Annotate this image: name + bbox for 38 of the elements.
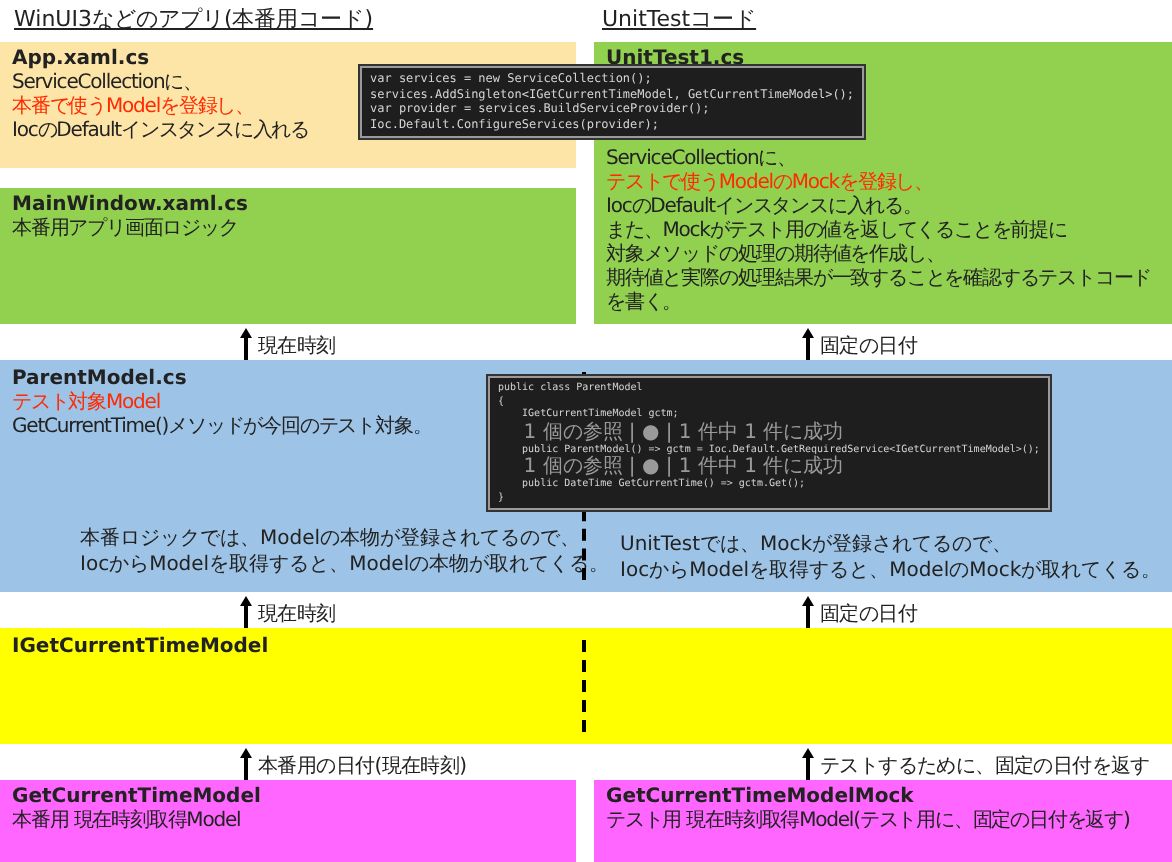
file-title: MainWindow.xaml.cs (12, 192, 248, 217)
highlighted-text: テスト対象Model (12, 392, 161, 416)
arrow-label: 固定の日付 (820, 604, 918, 628)
description-text: 期待値と実際の処理結果が一致することを確認するテストコードを書く。 (606, 268, 1154, 316)
up-arrow-icon (802, 328, 814, 360)
interface-title: IGetCurrentTimeModel (12, 634, 269, 660)
code-reference-info: 1 個の参照 | ● | 1 件中 1 件に成功 (521, 456, 844, 478)
up-arrow-icon (240, 748, 252, 780)
arrow-label: 本番用の日付(現在時刻) (258, 756, 467, 780)
up-arrow-icon (240, 596, 252, 628)
code-reference-info: 1 個の参照 | ● | 1 件中 1 件に成功 (521, 421, 844, 443)
description-text: また、Mockがテスト用の値を返してくることを前提に (606, 220, 1067, 243)
description-text: IocのDefaultインスタンスに入れる。 (606, 196, 922, 219)
up-arrow-icon (802, 748, 814, 780)
column-heading: UnitTestコード (600, 4, 757, 32)
description-text: GetCurrentTime()メソッドが今回のテスト対象。 (12, 416, 432, 440)
arrow-label: 現在時刻 (258, 604, 336, 628)
file-title: ParentModel.cs (12, 366, 187, 391)
highlighted-text: 本番で使うModelを登録し、 (12, 96, 255, 119)
description-text: ServiceCollectionに、 (12, 72, 203, 95)
up-arrow-icon (240, 328, 252, 360)
arrow-label: 現在時刻 (258, 336, 336, 360)
explanation-text: UnitTestでは、Mockが登録されてるので、 IocからModelを取得すると、ModelのMockが取れてくる。 (620, 532, 1162, 584)
file-title: GetCurrentTimeModel (12, 784, 261, 809)
description-text: 本番用 現在時刻取得Model (12, 810, 241, 834)
up-arrow-icon (802, 596, 814, 628)
description-text: IocのDefaultインスタンスに入れる (12, 120, 310, 144)
highlighted-text: テストで使うModelのMockを登録し、 (606, 172, 933, 195)
description-text: 対象メソッドの処理の期待値を作成し、 (606, 244, 945, 267)
arrow-label: テストするために、固定の日付を返す (820, 756, 1150, 780)
column-heading: WinUI3などのアプリ(本番用コード) (12, 4, 374, 32)
file-title: GetCurrentTimeModelMock (606, 784, 914, 809)
arrow-label: 固定の日付 (820, 336, 918, 360)
description-text: 本番用アプリ画面ロジック (12, 218, 238, 242)
file-title: UnitTest1.cs (606, 46, 745, 72)
description-text: ServiceCollectionに、 (606, 148, 797, 172)
file-title: App.xaml.cs (12, 46, 150, 72)
description-text: テスト用 現在時刻取得Model(テスト用に、固定の日付を返す) (606, 810, 1130, 834)
